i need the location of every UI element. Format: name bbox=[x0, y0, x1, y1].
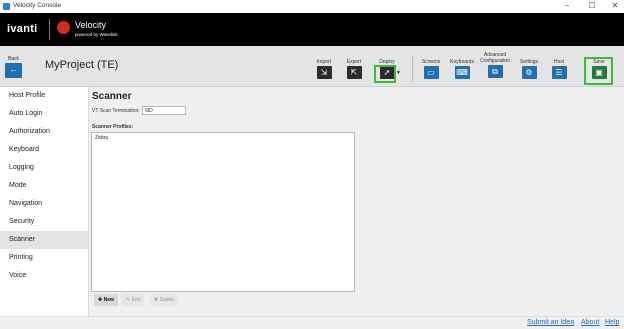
keyboard-icon: ⌨ bbox=[454, 66, 470, 79]
sidebar-item-scanner[interactable]: Scanner bbox=[0, 231, 88, 249]
minimize-button[interactable]: – bbox=[555, 0, 579, 13]
new-label: New bbox=[103, 297, 114, 303]
toolbar-separator bbox=[412, 56, 413, 82]
export-button[interactable]: Export ⇱ bbox=[344, 59, 364, 79]
sidebar-item-keyboard[interactable]: Keyboard bbox=[0, 141, 88, 159]
sidebar: Host Profile Auto Login Authorization Ke… bbox=[0, 87, 89, 316]
sidebar-item-navigation[interactable]: Navigation bbox=[0, 195, 88, 213]
sidebar-item-authorization[interactable]: Authorization bbox=[0, 123, 88, 141]
scan-termination-input[interactable]: \0D bbox=[142, 106, 186, 115]
deploy-dropdown-icon[interactable]: ▼ bbox=[396, 70, 401, 76]
screens-icon: ▭ bbox=[423, 66, 439, 79]
brand-divider bbox=[49, 19, 50, 40]
sidebar-item-host-profile[interactable]: Host Profile bbox=[0, 87, 88, 105]
gear-icon: ⚙ bbox=[521, 66, 537, 79]
brand-bar: ivanti Velocity powered by Wavelink bbox=[0, 13, 624, 46]
deploy-highlight bbox=[374, 65, 396, 83]
scanner-profiles-list[interactable]: Zebra bbox=[91, 132, 355, 292]
main-panel: Scanner VT Scan Termination: \0D Scanner… bbox=[89, 87, 624, 316]
help-link[interactable]: Help bbox=[605, 319, 619, 326]
list-item[interactable]: Zebra bbox=[92, 133, 354, 143]
advanced-config-label: Advanced Configuration bbox=[479, 52, 511, 64]
sidebar-item-mode[interactable]: Mode bbox=[0, 177, 88, 195]
export-icon: ⇱ bbox=[346, 66, 362, 79]
footer: Submit an Idea About Help bbox=[0, 316, 624, 329]
new-button[interactable]: ✚ New bbox=[94, 294, 118, 306]
close-button[interactable]: ✕ bbox=[603, 0, 624, 13]
product-name: Velocity bbox=[75, 20, 107, 30]
ivanti-logo: ivanti bbox=[7, 23, 38, 35]
back-label: Back bbox=[7, 56, 20, 62]
delete-button[interactable]: ✖ Delete bbox=[150, 294, 179, 306]
advanced-configuration-button[interactable]: Advanced Configuration ⧉ bbox=[479, 52, 511, 78]
import-label: Import bbox=[316, 59, 332, 65]
save-highlight bbox=[584, 57, 613, 85]
screens-button[interactable]: Screens ▭ bbox=[421, 59, 441, 79]
page-title: Scanner bbox=[92, 91, 132, 102]
host-button[interactable]: Host ☰ bbox=[549, 59, 569, 79]
maximize-button[interactable]: ☐ bbox=[580, 0, 604, 13]
scanner-profiles-label: Scanner Profiles: bbox=[92, 124, 134, 130]
host-icon: ☰ bbox=[551, 66, 567, 79]
import-button[interactable]: Import ⇲ bbox=[314, 59, 334, 79]
keyboards-button[interactable]: Keyboards ⌨ bbox=[449, 59, 475, 79]
settings-label: Settings bbox=[519, 59, 539, 65]
keyboards-label: Keyboards bbox=[450, 59, 474, 65]
scan-termination-label: VT Scan Termination: bbox=[92, 108, 140, 114]
sidebar-item-logging[interactable]: Logging bbox=[0, 159, 88, 177]
window-title: Velocity Console bbox=[13, 2, 62, 9]
advanced-config-icon: ⧉ bbox=[487, 65, 503, 78]
sidebar-item-printing[interactable]: Printing bbox=[0, 249, 88, 267]
sidebar-item-voice[interactable]: Voice bbox=[0, 267, 88, 285]
edit-label: Edit bbox=[131, 297, 141, 303]
sidebar-item-auto-login[interactable]: Auto Login bbox=[0, 105, 88, 123]
export-label: Export bbox=[346, 59, 362, 65]
submit-idea-link[interactable]: Submit an Idea bbox=[527, 319, 574, 326]
window-titlebar: Velocity Console – ☐ ✕ bbox=[0, 0, 624, 13]
delete-x-icon: ✖ bbox=[154, 297, 159, 303]
pencil-icon: ✎ bbox=[126, 297, 131, 303]
product-tagline: powered by Wavelink bbox=[75, 32, 118, 37]
sidebar-item-security[interactable]: Security bbox=[0, 213, 88, 231]
host-label: Host bbox=[553, 59, 565, 65]
about-link[interactable]: About bbox=[581, 319, 599, 326]
import-icon: ⇲ bbox=[316, 66, 332, 79]
screens-label: Screens bbox=[421, 59, 441, 65]
advanced-config-label-text: Advanced Configuration bbox=[480, 52, 510, 64]
back-arrow-icon: ← bbox=[5, 63, 22, 78]
plus-icon: ✚ bbox=[98, 297, 103, 303]
delete-label: Delete bbox=[159, 297, 175, 303]
project-title: MyProject (TE) bbox=[45, 59, 119, 71]
toolbar: Back ← MyProject (TE) Import ⇲ Export ⇱ … bbox=[0, 46, 624, 87]
edit-button[interactable]: ✎ Edit bbox=[122, 294, 145, 306]
velocity-logo-icon bbox=[57, 21, 70, 34]
back-button[interactable]: Back ← bbox=[5, 56, 22, 78]
settings-button[interactable]: Settings ⚙ bbox=[519, 59, 539, 79]
app-icon bbox=[3, 3, 10, 10]
